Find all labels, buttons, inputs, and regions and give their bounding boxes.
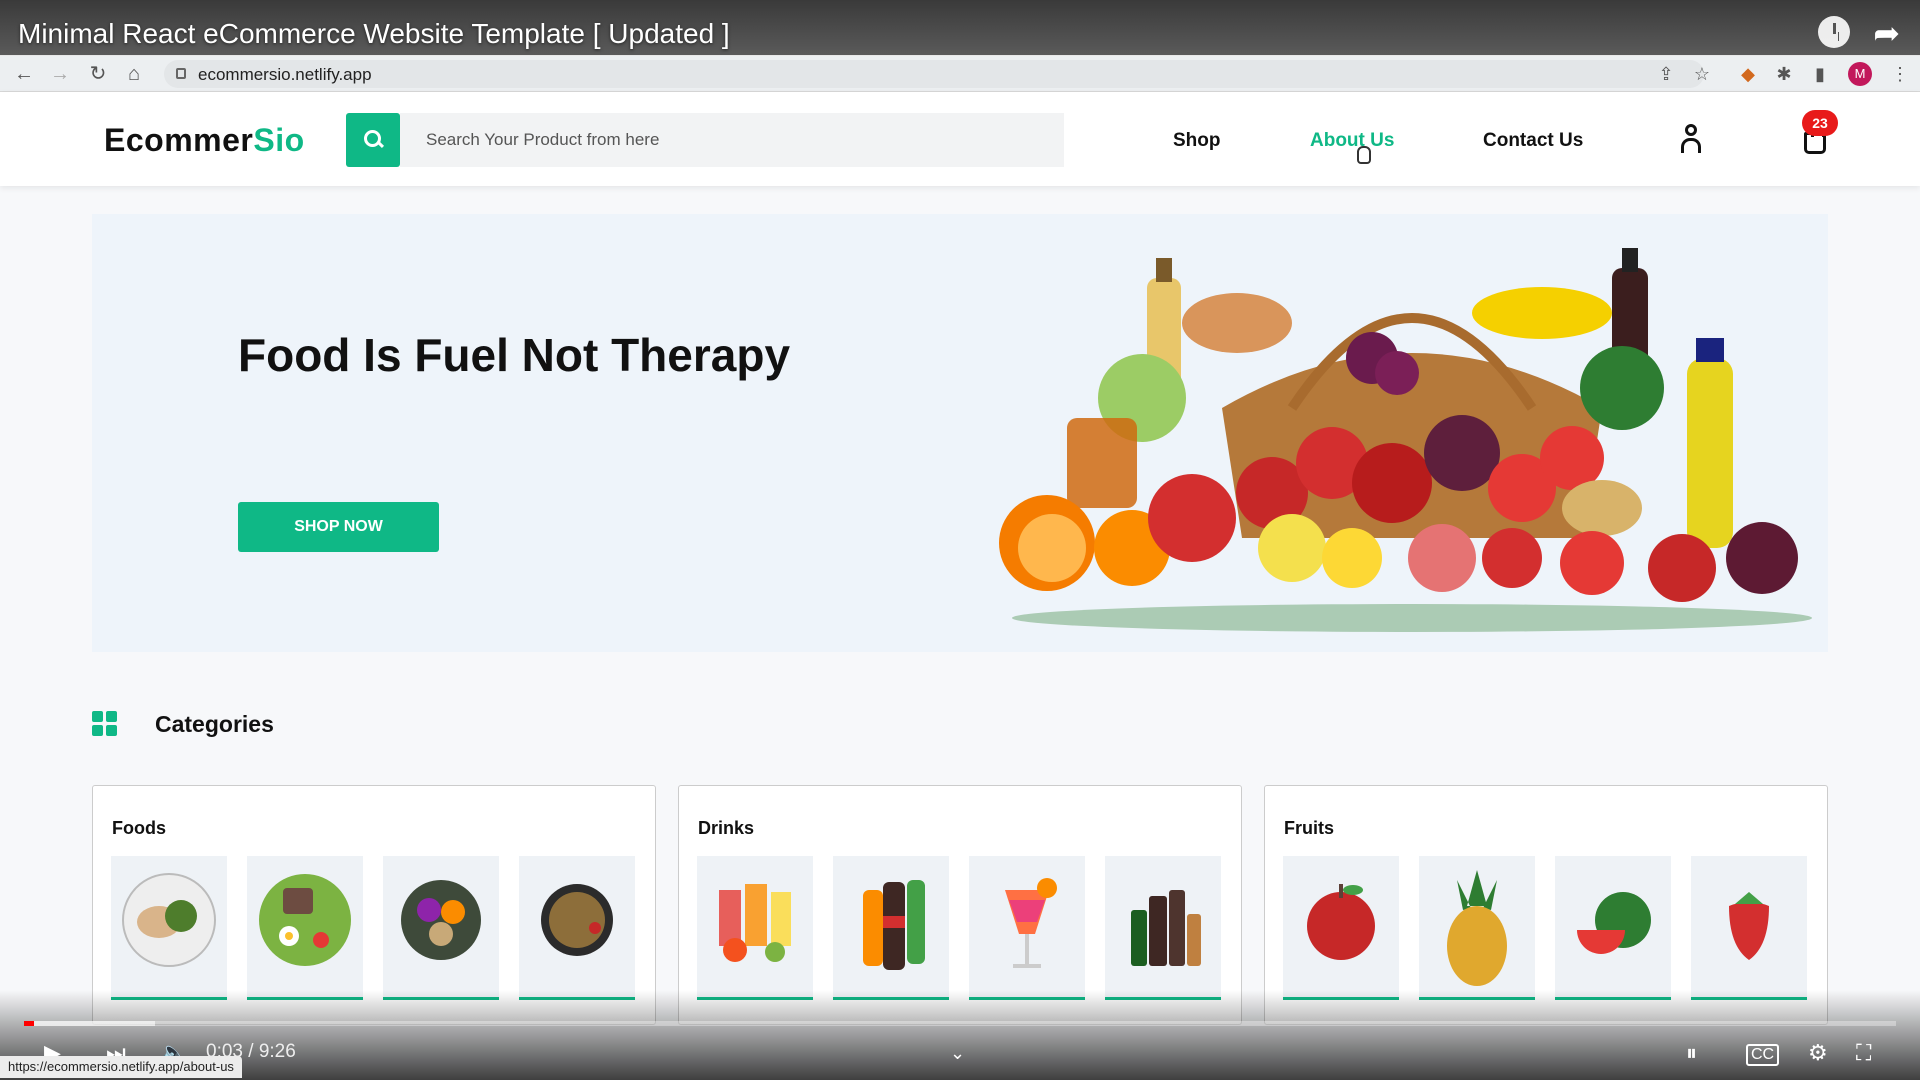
watch-later-icon[interactable] bbox=[1818, 16, 1850, 48]
cocktail-glass-image bbox=[1005, 878, 1057, 968]
pineapple-image bbox=[1447, 870, 1507, 986]
category-card-drinks[interactable]: Drinks bbox=[678, 785, 1242, 1025]
sandwich-egg-plate-image bbox=[259, 874, 351, 966]
category-item-thumb[interactable] bbox=[1283, 856, 1399, 1000]
categories-title: Categories bbox=[155, 711, 274, 737]
status-bar-url: https://ecommersio.netlify.app/about-us bbox=[0, 1056, 242, 1078]
category-name: Drinks bbox=[698, 818, 755, 838]
profile-avatar[interactable]: M bbox=[1848, 62, 1872, 86]
fullscreen-exit-icon[interactable]: ⛶ bbox=[1856, 1040, 1871, 1066]
home-icon[interactable]: ⌂ bbox=[122, 62, 146, 86]
video-controls-overlay bbox=[0, 990, 1920, 1080]
category-item-thumb[interactable] bbox=[111, 856, 227, 1000]
liquor-bottles-image bbox=[1131, 890, 1201, 966]
url-field[interactable]: ecommersio.netlify.app bbox=[164, 60, 1704, 88]
cart-count-badge: 23 bbox=[1802, 110, 1838, 136]
progress-played bbox=[24, 1021, 34, 1026]
category-card-fruits[interactable]: Fruits bbox=[1264, 785, 1828, 1025]
fruit-juices-image bbox=[719, 884, 791, 962]
metamask-extension-icon[interactable]: ◆ bbox=[1738, 64, 1758, 84]
soda-bottles-image bbox=[863, 880, 925, 970]
logo-accent: Sio bbox=[253, 122, 305, 158]
category-item-thumb[interactable] bbox=[383, 856, 499, 1000]
autoplay-toggle[interactable]: ⏸ bbox=[1686, 1040, 1697, 1066]
share-icon[interactable]: ➦ bbox=[1873, 14, 1900, 52]
site-header: EcommerSio Shop About Us Contact Us 23 bbox=[0, 92, 1920, 186]
category-item-thumb[interactable] bbox=[697, 856, 813, 1000]
search-button[interactable] bbox=[346, 113, 400, 167]
settings-gear-icon[interactable]: ⚙ bbox=[1808, 1040, 1828, 1066]
menu-dots-icon[interactable]: ⋮ bbox=[1890, 64, 1910, 84]
back-icon[interactable]: ← bbox=[12, 62, 36, 86]
vegetable-bowl-image bbox=[401, 880, 481, 960]
watermelon-image bbox=[1577, 892, 1651, 954]
extensions-icon[interactable]: ✱ bbox=[1774, 64, 1794, 84]
search-input[interactable] bbox=[400, 113, 1064, 167]
hero-title: Food Is Fuel Not Therapy bbox=[238, 329, 791, 381]
side-panel-icon[interactable]: ▮ bbox=[1810, 64, 1830, 84]
bookmark-star-icon[interactable]: ☆ bbox=[1692, 64, 1712, 84]
reload-icon[interactable]: ↻ bbox=[86, 62, 110, 86]
video-progress-bar[interactable] bbox=[24, 1021, 1896, 1026]
category-card-foods[interactable]: Foods bbox=[92, 785, 656, 1025]
category-item-thumb[interactable] bbox=[1419, 856, 1535, 1000]
apple-image bbox=[1307, 884, 1375, 960]
category-name: Foods bbox=[112, 818, 166, 838]
logo-main: Ecommer bbox=[104, 122, 254, 158]
category-item-thumb[interactable] bbox=[1691, 856, 1807, 1000]
user-icon[interactable] bbox=[1680, 124, 1702, 154]
hero-banner: Food Is Fuel Not Therapy SHOP NOW bbox=[92, 214, 1828, 652]
hand-cursor-icon bbox=[1357, 146, 1371, 164]
nav-contact-us[interactable]: Contact Us bbox=[1483, 130, 1583, 152]
url-text: ecommersio.netlify.app bbox=[198, 65, 372, 84]
forward-icon[interactable]: → bbox=[48, 62, 72, 86]
shop-now-button[interactable]: SHOP NOW bbox=[238, 502, 439, 552]
address-bar: ← → ↻ ⌂ ecommersio.netlify.app ⇪ ☆ ◆ ✱ ▮… bbox=[0, 56, 1920, 92]
site-logo[interactable]: EcommerSio bbox=[104, 122, 305, 159]
category-name: Fruits bbox=[1284, 818, 1335, 838]
strawberry-image bbox=[1729, 892, 1769, 960]
lock-icon bbox=[176, 68, 186, 79]
chicken-salad-plate-image bbox=[122, 873, 216, 967]
captions-icon[interactable]: CC bbox=[1746, 1044, 1780, 1066]
category-item-thumb[interactable] bbox=[519, 856, 635, 1000]
video-title: Minimal React eCommerce Website Template… bbox=[18, 18, 730, 49]
category-item-thumb[interactable] bbox=[833, 856, 949, 1000]
category-item-thumb[interactable] bbox=[1105, 856, 1221, 1000]
progress-buffer bbox=[24, 1021, 156, 1026]
grocery-basket-image bbox=[999, 248, 1812, 632]
rice-dish-bowl-image bbox=[541, 884, 613, 956]
chevron-down-icon[interactable]: ⌄ bbox=[950, 1040, 965, 1066]
category-item-thumb[interactable] bbox=[969, 856, 1085, 1000]
categories-grid-icon bbox=[92, 711, 118, 737]
category-item-thumb[interactable] bbox=[247, 856, 363, 1000]
share-page-icon[interactable]: ⇪ bbox=[1656, 64, 1676, 84]
nav-about-us[interactable]: About Us bbox=[1310, 130, 1394, 152]
screen: Minimal React eCommerce Website Template… bbox=[0, 0, 1920, 1080]
category-item-thumb[interactable] bbox=[1555, 856, 1671, 1000]
nav-shop[interactable]: Shop bbox=[1173, 130, 1221, 152]
